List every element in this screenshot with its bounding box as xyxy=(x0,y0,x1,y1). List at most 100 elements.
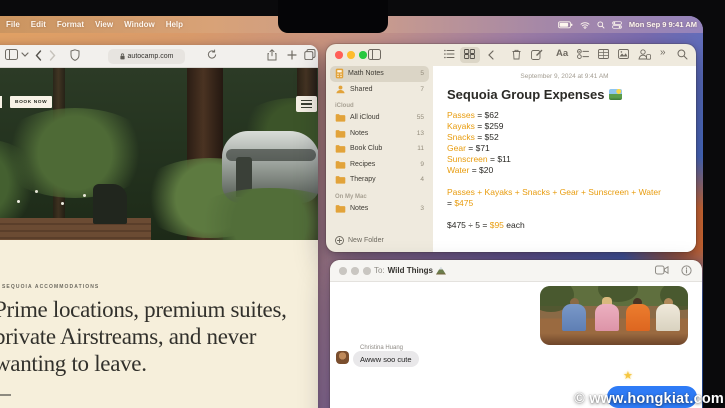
note-line: Water = $20 xyxy=(447,165,494,175)
sidebar-icon[interactable] xyxy=(5,49,18,60)
hamburger-icon[interactable] xyxy=(296,96,317,112)
mountain-emoji xyxy=(435,266,446,275)
sidebar-item-therapy[interactable]: Therapy 4 xyxy=(330,172,429,188)
plus-circle-icon xyxy=(335,236,344,245)
photo-message[interactable] xyxy=(540,286,688,345)
format-icon[interactable]: Aa xyxy=(556,48,568,60)
note-date: September 9, 2024 at 9:41 AM xyxy=(520,73,609,80)
sidebar-item-recipes[interactable]: Recipes 9 xyxy=(330,157,429,173)
conversation-title: To: Wild Things xyxy=(374,266,446,275)
control-center-icon[interactable] xyxy=(612,20,622,29)
details-icon[interactable] xyxy=(681,265,692,276)
sidebar-item-shared[interactable]: Shared 7 xyxy=(330,82,429,98)
folder-icon xyxy=(335,176,346,184)
sidebar-item-book-club[interactable]: Book Club 11 xyxy=(330,141,429,157)
zoom-button[interactable] xyxy=(363,267,371,275)
search-icon[interactable] xyxy=(597,20,605,29)
menu-item-help[interactable]: Help xyxy=(166,20,183,29)
search-icon[interactable] xyxy=(677,49,688,60)
note-editor[interactable]: September 9, 2024 at 9:41 AM Sequoia Gro… xyxy=(433,66,696,252)
sidebar-item-label: Notes xyxy=(350,129,369,137)
note-content: Passes = $62 Kayaks = $259 Snacks = $52 Gea… xyxy=(447,110,682,231)
note-line: $475 ÷ 5 = $95 each xyxy=(447,220,525,230)
autocamp-webpage: BOOK NOW SEQUOIA ACCOMMODATIONS Prime lo… xyxy=(0,68,318,408)
menu-item-window[interactable]: Window xyxy=(124,20,155,29)
watermark: © www.hongkiat.com xyxy=(574,391,724,407)
close-button[interactable] xyxy=(339,267,347,275)
menu-item-edit[interactable]: Edit xyxy=(31,20,46,29)
sidebar-toggle-icon[interactable] xyxy=(368,49,381,60)
note-line: Passes + Kayaks + Snacks + Gear + Sunscr… xyxy=(447,187,661,197)
window-controls xyxy=(335,51,367,59)
sidebar-item-label: Shared xyxy=(350,85,373,93)
sidebar-item-count: 13 xyxy=(416,129,424,137)
video-call-icon[interactable] xyxy=(655,265,669,276)
window-controls xyxy=(339,267,371,275)
menu-items: File Edit Format View Window Help xyxy=(0,20,183,29)
sidebar-item-notes[interactable]: Notes 3 xyxy=(330,201,429,217)
heading-line: private Airstreams, and never xyxy=(0,324,257,349)
minimize-button[interactable] xyxy=(351,267,359,275)
shared-icon xyxy=(336,85,345,93)
menu-item-format[interactable]: Format xyxy=(57,20,84,29)
wifi-icon[interactable] xyxy=(580,21,590,29)
checklist-icon[interactable] xyxy=(577,49,589,59)
chevron-down-icon[interactable] xyxy=(21,52,29,57)
back-icon[interactable] xyxy=(35,50,42,61)
to-label: To: xyxy=(374,266,385,275)
menu-item-view[interactable]: View xyxy=(95,20,113,29)
compose-icon[interactable] xyxy=(531,49,543,60)
shield-icon[interactable] xyxy=(70,49,80,61)
cutoff-button[interactable] xyxy=(0,96,2,108)
view-gallery-icon[interactable] xyxy=(464,49,475,59)
sidebar-item-count: 11 xyxy=(417,145,424,153)
media-icon[interactable] xyxy=(618,49,629,59)
link-fragment[interactable] xyxy=(0,394,11,396)
new-folder-button[interactable]: New Folder xyxy=(335,236,384,245)
reload-icon[interactable] xyxy=(207,49,217,60)
sidebar-item-label: Notes xyxy=(350,204,369,212)
received-message: Awww soo cute xyxy=(353,351,419,367)
avatar[interactable] xyxy=(336,351,349,364)
share-icon[interactable] xyxy=(267,49,277,61)
view-list-icon[interactable] xyxy=(444,49,455,59)
forward-icon[interactable] xyxy=(49,50,56,61)
battery-icon[interactable] xyxy=(558,20,573,29)
note-line: Gear = $71 xyxy=(447,143,490,153)
menu-item-file[interactable]: File xyxy=(6,20,20,29)
note-line: Snacks = $52 xyxy=(447,132,499,142)
folder-icon xyxy=(335,114,346,122)
overflow-icon[interactable]: » xyxy=(660,47,666,59)
new-tab-icon[interactable] xyxy=(287,50,297,60)
chair xyxy=(93,184,127,224)
close-button[interactable] xyxy=(335,51,343,59)
zoom-button[interactable] xyxy=(359,51,367,59)
note-title: Sequoia Group Expenses xyxy=(447,87,696,102)
trash-icon[interactable] xyxy=(512,49,521,60)
sidebar-item-all-icloud[interactable]: All iCloud 55 xyxy=(330,110,429,126)
note-line: Kayaks = $259 xyxy=(447,121,504,131)
address-text: autocamp.com xyxy=(127,53,174,60)
notes-toolbar: Aa » xyxy=(326,44,696,66)
minimize-button[interactable] xyxy=(347,51,355,59)
heading-line: wanting to leave. xyxy=(0,351,147,376)
lock-icon xyxy=(119,53,125,60)
collaborate-icon[interactable] xyxy=(638,49,651,60)
note-line: Passes = $62 xyxy=(447,110,499,120)
sidebar-item-label: Recipes xyxy=(350,160,376,168)
landscape-emoji xyxy=(608,89,622,100)
sidebar-item-math-notes[interactable]: Math Notes 5 xyxy=(330,66,429,82)
heading-line: Prime locations, premium suites, xyxy=(0,297,287,322)
back-chevron-icon[interactable] xyxy=(488,50,494,60)
folder-icon xyxy=(335,129,346,138)
address-bar[interactable]: autocamp.com xyxy=(108,49,185,64)
sidebar-section-label: iCloud xyxy=(335,103,354,109)
tabs-icon[interactable] xyxy=(304,49,316,60)
menu-clock[interactable]: Mon Sep 9 9:41 AM xyxy=(629,20,697,29)
note-line: Sunscreen = $11 xyxy=(447,154,511,164)
sidebar-item-count: 3 xyxy=(420,204,424,212)
sparkle-emoji: ★ xyxy=(623,370,633,382)
sidebar-item-notes[interactable]: Notes 13 xyxy=(330,126,429,142)
table-icon[interactable] xyxy=(598,49,609,59)
book-now-button[interactable]: BOOK NOW xyxy=(10,96,53,108)
